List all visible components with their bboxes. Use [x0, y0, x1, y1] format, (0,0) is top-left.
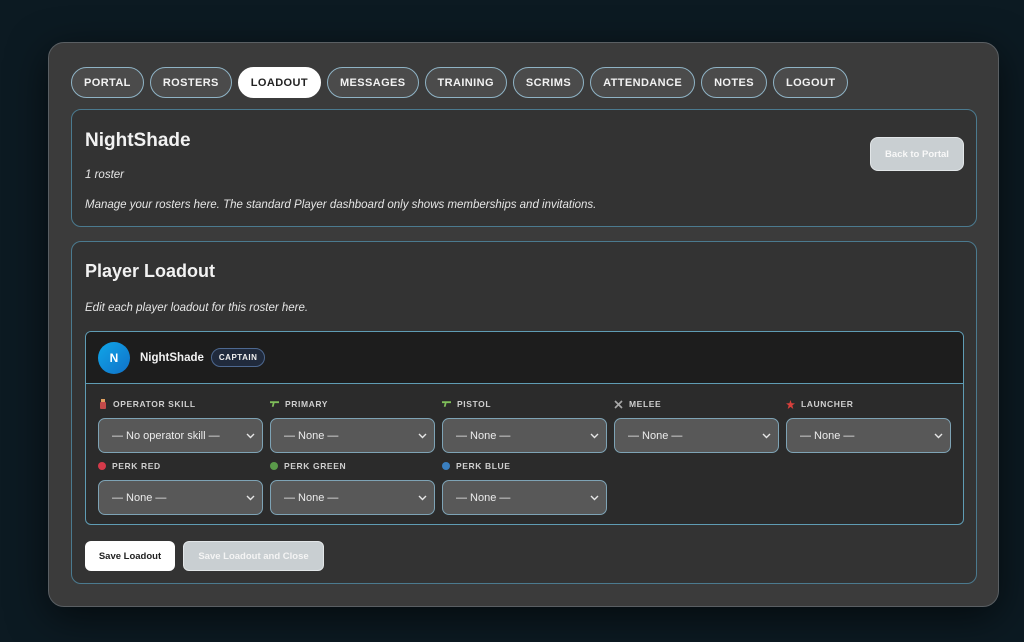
- team-name: NightShade: [85, 130, 191, 151]
- section-description: Edit each player loadout for this roster…: [85, 302, 309, 314]
- select-value: — None —: [800, 429, 855, 442]
- slot-operator-skill: OPERATOR SKILL — No operator skill —: [98, 398, 263, 453]
- player-loadout-panel: N NightShade CAPTAIN OPERATOR SKILL — No…: [85, 331, 964, 525]
- chevron-down-icon: [417, 493, 427, 503]
- tab-scrims[interactable]: SCRIMS: [512, 67, 585, 98]
- app-window: PORTAL ROSTERS LOADOUT MESSAGES TRAINING…: [48, 42, 999, 607]
- slot-label: LAUNCHER: [801, 399, 854, 409]
- section-title: Player Loadout: [85, 261, 216, 281]
- primary-weapon-icon: [270, 400, 279, 408]
- tab-messages[interactable]: MESSAGES: [326, 67, 419, 98]
- slot-label: PISTOL: [457, 399, 492, 409]
- slot-perk-green: PERK GREEN — None —: [270, 460, 435, 515]
- save-loadout-button[interactable]: Save Loadout: [85, 541, 175, 571]
- pistol-select[interactable]: — None —: [442, 418, 607, 453]
- chevron-down-icon: [933, 431, 943, 441]
- operator-skill-icon: [98, 399, 107, 409]
- chevron-down-icon: [245, 431, 255, 441]
- avatar: N: [98, 341, 130, 374]
- perk-red-select[interactable]: — None —: [98, 480, 263, 515]
- melee-icon: [614, 399, 623, 409]
- slot-label: PRIMARY: [285, 399, 329, 409]
- captain-badge: CAPTAIN: [210, 348, 266, 367]
- slot-label: OPERATOR SKILL: [113, 399, 196, 409]
- perk-blue-select[interactable]: — None —: [442, 480, 607, 515]
- slot-label: PERK BLUE: [456, 461, 511, 471]
- slot-perk-red: PERK RED — None —: [98, 460, 263, 515]
- slot-label: PERK RED: [112, 461, 161, 471]
- tab-attendance[interactable]: ATTENDANCE: [590, 67, 696, 98]
- tab-logout[interactable]: LOGOUT: [772, 67, 849, 98]
- slot-melee: MELEE — None —: [614, 398, 779, 453]
- team-card: NightShade 1 roster Manage your rosters …: [71, 109, 977, 227]
- chevron-down-icon: [761, 431, 771, 441]
- chevron-down-icon: [245, 493, 255, 503]
- perk-green-dot-icon: [270, 462, 278, 470]
- chevron-down-icon: [589, 493, 599, 503]
- chevron-down-icon: [589, 431, 599, 441]
- launcher-icon: [786, 399, 795, 409]
- select-value: — No operator skill —: [112, 429, 220, 442]
- select-value: — None —: [456, 491, 511, 504]
- slot-pistol: PISTOL — None —: [442, 398, 607, 453]
- melee-select[interactable]: — None —: [614, 418, 779, 453]
- loadout-card: Player Loadout Edit each player loadout …: [71, 241, 977, 584]
- slot-launcher: LAUNCHER — None —: [786, 398, 951, 453]
- slot-perk-blue: PERK BLUE — None —: [442, 460, 607, 515]
- back-to-portal-button[interactable]: Back to Portal: [870, 137, 964, 171]
- tab-notes[interactable]: NOTES: [701, 67, 767, 98]
- roster-count: 1 roster: [85, 169, 124, 181]
- player-name: NightShade: [140, 351, 204, 364]
- team-description: Manage your rosters here. The standard P…: [85, 199, 597, 211]
- primary-select[interactable]: — None —: [270, 418, 435, 453]
- tab-rosters[interactable]: ROSTERS: [149, 67, 232, 98]
- select-value: — None —: [284, 429, 339, 442]
- select-value: — None —: [628, 429, 683, 442]
- perk-red-dot-icon: [98, 462, 106, 470]
- chevron-down-icon: [417, 431, 427, 441]
- perk-blue-dot-icon: [442, 462, 450, 470]
- tab-portal[interactable]: PORTAL: [71, 67, 144, 98]
- launcher-select[interactable]: — None —: [786, 418, 951, 453]
- pistol-icon: [442, 400, 451, 408]
- tab-training[interactable]: TRAINING: [424, 67, 507, 98]
- slot-primary: PRIMARY — None —: [270, 398, 435, 453]
- slot-label: PERK GREEN: [284, 461, 347, 471]
- save-loadout-and-close-button[interactable]: Save Loadout and Close: [183, 541, 324, 571]
- top-nav: PORTAL ROSTERS LOADOUT MESSAGES TRAINING…: [71, 67, 849, 98]
- tab-loadout[interactable]: LOADOUT: [237, 67, 321, 98]
- operator-skill-select[interactable]: — No operator skill —: [98, 418, 263, 453]
- slot-label: MELEE: [629, 399, 662, 409]
- select-value: — None —: [456, 429, 511, 442]
- select-value: — None —: [112, 491, 167, 504]
- perk-green-select[interactable]: — None —: [270, 480, 435, 515]
- player-header: N NightShade CAPTAIN: [86, 332, 963, 384]
- select-value: — None —: [284, 491, 339, 504]
